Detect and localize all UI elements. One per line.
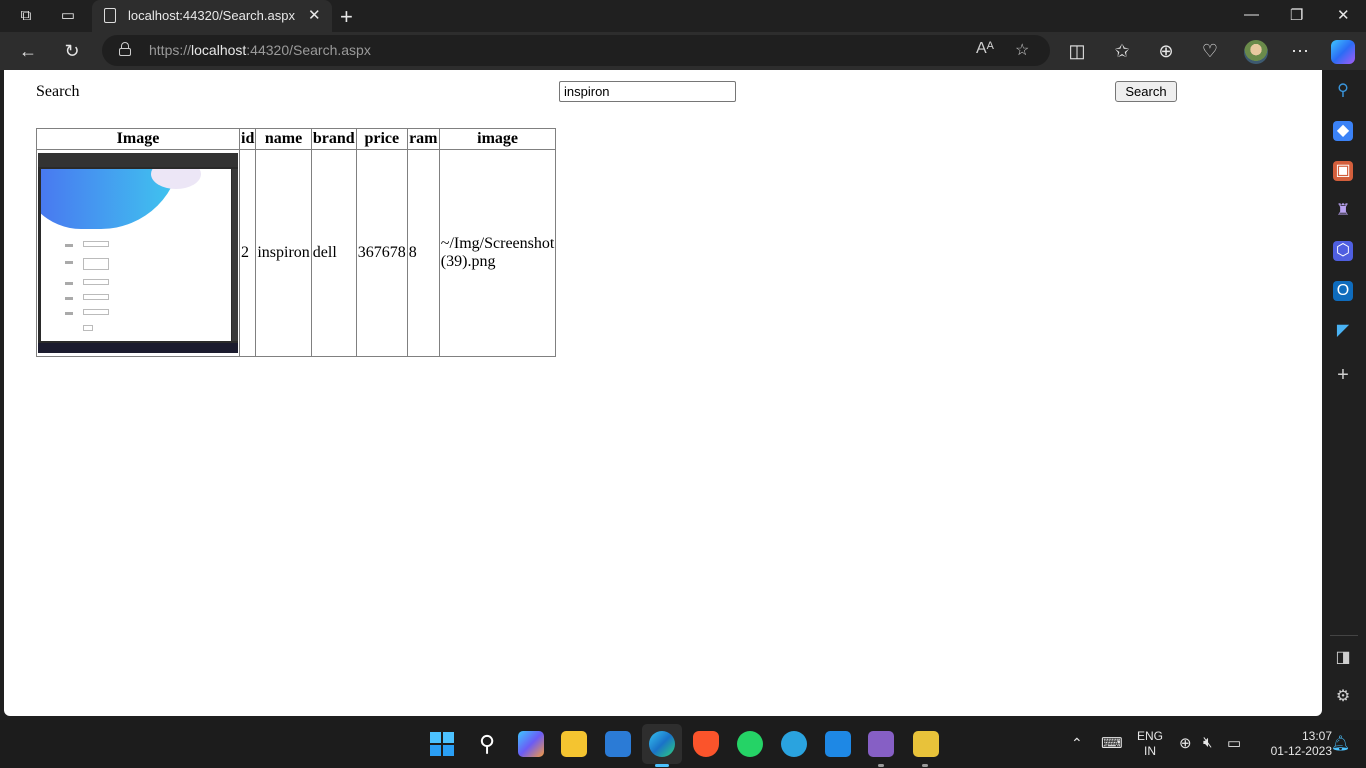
brave-icon[interactable] (693, 731, 719, 757)
copilot-pre-icon[interactable] (518, 731, 544, 757)
whatsapp-icon[interactable] (737, 731, 763, 757)
read-aloud-icon[interactable]: Aᴬ (976, 40, 994, 58)
page-icon (104, 8, 116, 23)
cell-price: 367678 (355, 149, 408, 357)
region-code: IN (1144, 744, 1156, 758)
results-table: Image id name brand price ram image 2 in… (36, 128, 557, 357)
outlook-icon[interactable]: O (1333, 281, 1353, 301)
tab-active[interactable]: localhost:44320/Search.aspx ✕ (92, 0, 332, 32)
more-options-icon[interactable]: ⋯ (1289, 40, 1311, 62)
header-brand: brand (310, 128, 357, 150)
games-icon[interactable]: ♜ (1333, 201, 1353, 221)
restore-icon[interactable]: ❐ (1290, 6, 1303, 24)
drop-icon[interactable]: ◤ (1333, 321, 1353, 341)
header-image-path: image (438, 128, 557, 150)
store-icon[interactable] (605, 731, 631, 757)
address-bar[interactable]: https://localhost:44320/Search.aspx Aᴬ ☆ (102, 35, 1050, 66)
browser-essentials-icon[interactable]: ♡ (1199, 40, 1221, 62)
cell-name: inspiron (255, 149, 312, 357)
new-tab-button[interactable]: + (340, 4, 353, 30)
clock-date: 01-12-2023 (1270, 744, 1332, 758)
clock-time: 13:07 (1301, 729, 1332, 743)
sidebar-settings-icon[interactable]: ⚙ (1333, 687, 1353, 707)
product-thumbnail (38, 153, 238, 353)
table-header-row: Image id name brand price ram image (36, 128, 557, 150)
browser-toolbar: ← ↻ https://localhost:44320/Search.aspx … (0, 32, 1366, 70)
tools-icon[interactable]: ▣ (1333, 161, 1353, 181)
keyboard-icon[interactable]: ⌨ (1101, 734, 1123, 752)
header-id: id (238, 128, 257, 150)
search-button[interactable]: Search (1115, 81, 1177, 102)
visual-studio-icon[interactable] (868, 731, 894, 757)
back-icon[interactable]: ← (17, 40, 39, 62)
url-text: https://localhost:44320/Search.aspx (149, 42, 371, 58)
search-input[interactable] (559, 81, 736, 102)
workspaces-icon[interactable]: ⧉ (17, 7, 35, 25)
page-viewport: Search Search Image id name brand price … (4, 70, 1322, 716)
windows-taskbar: ⚲ ⌃ ⌨ ENG IN ⊕ 🔇︎ ▭ 13:07 01-12-2023 🔔︎ (0, 720, 1366, 768)
close-tab-icon[interactable]: ✕ (308, 6, 321, 24)
battery-icon[interactable]: ▭ (1227, 734, 1241, 752)
notification-bell-icon[interactable]: 🔔︎ (1331, 734, 1350, 752)
minimize-icon[interactable]: — (1244, 6, 1259, 23)
table-row: 2 inspiron dell 367678 8 ~/Img/Screensho… (36, 149, 557, 357)
hide-sidebar-icon[interactable]: ◨ (1333, 648, 1353, 668)
start-icon[interactable] (429, 731, 455, 757)
profile-avatar[interactable] (1244, 40, 1268, 64)
cell-brand: dell (310, 149, 357, 357)
cell-ram: 8 (406, 149, 440, 357)
tab-title: localhost:44320/Search.aspx (128, 8, 295, 23)
add-app-icon[interactable]: + (1333, 365, 1353, 385)
header-name: name (255, 128, 312, 150)
copilot-icon[interactable] (1331, 40, 1355, 64)
cell-id: 2 (238, 149, 257, 357)
search-icon[interactable]: ⚲ (1333, 81, 1353, 101)
lock-icon[interactable] (119, 42, 131, 56)
network-icon[interactable]: ⊕ (1179, 734, 1192, 752)
telegram-icon[interactable] (781, 731, 807, 757)
volume-muted-icon[interactable]: 🔇︎ (1203, 734, 1212, 751)
search-label: Search (36, 83, 80, 100)
collections-icon[interactable]: ⊕ (1155, 40, 1177, 62)
split-screen-icon[interactable]: ◫ (1066, 40, 1088, 62)
language-indicator[interactable]: ENG IN (1134, 729, 1166, 759)
show-hidden-icons[interactable]: ⌃ (1071, 735, 1083, 752)
favorite-star-icon[interactable]: ☆ (1015, 40, 1029, 60)
edge-sidebar: ⚲ ◆ ▣ ♜ ⬡ O ◤ + ◨ ⚙ (1322, 70, 1366, 720)
tab-actions-icon[interactable]: ▭ (59, 7, 77, 25)
file-explorer-icon[interactable] (561, 731, 587, 757)
language-code: ENG (1136, 729, 1163, 743)
clock[interactable]: 13:07 01-12-2023 (1256, 729, 1332, 759)
refresh-icon[interactable]: ↻ (61, 40, 83, 62)
vscode-icon[interactable] (825, 731, 851, 757)
app-icon[interactable] (913, 731, 939, 757)
header-ram: ram (406, 128, 440, 150)
microsoft365-icon[interactable]: ⬡ (1333, 241, 1353, 261)
favorites-icon[interactable]: ✩ (1111, 40, 1133, 62)
title-bar: ⧉ ▭ localhost:44320/Search.aspx ✕ + — ❐ … (0, 0, 1366, 32)
cell-image-path: ~/Img/Screenshot (39).png (438, 149, 557, 357)
header-image: Image (36, 128, 240, 150)
taskbar-search-icon[interactable]: ⚲ (474, 731, 500, 757)
cell-image (36, 149, 240, 357)
header-price: price (355, 128, 408, 150)
close-window-icon[interactable]: ✕ (1337, 6, 1350, 24)
shopping-icon[interactable]: ◆ (1333, 121, 1353, 141)
edge-icon[interactable] (649, 731, 675, 757)
